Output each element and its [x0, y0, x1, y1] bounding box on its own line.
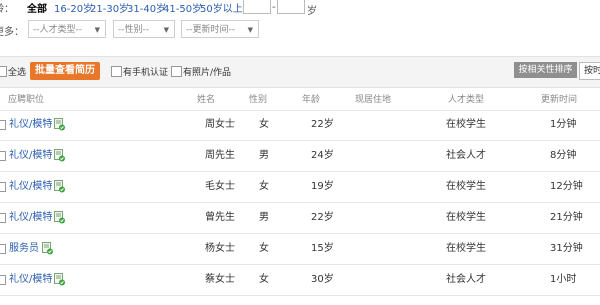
row-gender: 女	[259, 243, 269, 254]
chevron-down-icon: ▼	[247, 26, 253, 34]
row-job-link[interactable]: 礼仪/模特	[9, 118, 52, 132]
row-age: 22岁	[311, 212, 334, 223]
header-location: 现居住地	[355, 95, 392, 105]
header-job: 应聘职位	[8, 95, 45, 105]
row-name: 周先生	[205, 150, 235, 161]
table-row[interactable]: 礼仪/模特 周女士 女 22岁 在校学生 1分钟	[0, 118, 600, 149]
row-checkbox[interactable]	[0, 244, 6, 254]
row-checkbox[interactable]	[0, 182, 6, 192]
header-age: 年龄	[302, 95, 321, 105]
row-updated: 21分钟	[550, 212, 583, 223]
row-name: 杨女士	[205, 243, 235, 254]
phone-verified-checkbox[interactable]	[111, 66, 122, 77]
table-row[interactable]: 服务员 杨女士 女 15岁 在校学生 31分钟	[0, 242, 600, 273]
talent-type-select[interactable]: --人才类型-- ▼	[28, 20, 106, 38]
row-divider	[0, 233, 600, 234]
age-option-all[interactable]: 全部	[27, 0, 47, 15]
row-talent-type: 在校学生	[446, 243, 486, 254]
table-row[interactable]: 礼仪/模特 曾先生 男 22岁 在校学生 21分钟	[0, 211, 600, 242]
sort-by-relevance-button[interactable]: 按相关性排序	[514, 62, 577, 78]
row-talent-type: 社会人才	[446, 150, 486, 161]
age-max-input[interactable]	[277, 0, 305, 14]
row-talent-type: 社会人才	[446, 274, 486, 285]
gender-select[interactable]: --性别-- ▼	[113, 20, 175, 38]
table-row[interactable]: 礼仪/模特 毛女士 女 19岁 在校学生 12分钟	[0, 180, 600, 211]
age-min-input[interactable]	[243, 0, 271, 14]
row-name: 毛女士	[205, 181, 235, 192]
row-divider	[0, 140, 600, 141]
has-photo-label: 有照片/作品	[183, 68, 232, 78]
age-option-41-50[interactable]: 41-50岁	[163, 0, 202, 15]
row-age: 22岁	[311, 119, 334, 130]
row-job-link[interactable]: 礼仪/模特	[9, 273, 52, 287]
row-talent-type: 在校学生	[446, 181, 486, 192]
row-updated: 1分钟	[550, 119, 577, 130]
header-talent-type: 人才类型	[448, 95, 485, 105]
row-name: 曾先生	[205, 212, 235, 223]
row-divider	[0, 264, 600, 265]
age-option-16-20[interactable]: 16-20岁	[54, 0, 93, 15]
more-filter-label: 更多：	[0, 27, 24, 38]
resume-doc-icon[interactable]	[42, 242, 53, 255]
row-age: 15岁	[311, 243, 334, 254]
row-checkbox[interactable]	[0, 213, 6, 223]
resume-doc-icon[interactable]	[54, 180, 65, 193]
chevron-down-icon: ▼	[94, 26, 100, 34]
row-updated: 1小时	[550, 274, 577, 285]
row-talent-type: 在校学生	[446, 212, 486, 223]
select-all-label: 全选	[8, 68, 27, 78]
row-divider	[0, 295, 600, 296]
resume-doc-icon[interactable]	[54, 273, 65, 286]
row-checkbox[interactable]	[0, 151, 6, 161]
row-name: 周女士	[205, 119, 235, 130]
resume-doc-icon[interactable]	[54, 211, 65, 224]
row-talent-type: 在校学生	[446, 119, 486, 130]
row-divider	[0, 202, 600, 203]
batch-view-resume-button[interactable]: 批量查看简历	[30, 62, 100, 80]
select-all-checkbox[interactable]	[0, 66, 7, 77]
age-option-31-40[interactable]: 31-40岁	[127, 0, 166, 15]
table-row[interactable]: 礼仪/模特 蔡女士 女 30岁 社会人才 1小时	[0, 273, 600, 304]
row-job-link[interactable]: 礼仪/模特	[9, 149, 52, 163]
age-filter-label: 年龄：	[0, 4, 14, 15]
has-photo-checkbox[interactable]	[171, 66, 182, 77]
row-age: 30岁	[311, 274, 334, 285]
update-time-select[interactable]: --更新时间-- ▼	[181, 20, 259, 38]
row-job-link[interactable]: 服务员	[9, 242, 39, 256]
row-job-link[interactable]: 礼仪/模特	[9, 180, 52, 194]
row-age: 19岁	[311, 181, 334, 192]
gender-select-value: --性别--	[118, 25, 149, 35]
phone-verified-label: 有手机认证	[123, 68, 169, 78]
row-gender: 女	[259, 119, 269, 130]
row-gender: 男	[259, 212, 269, 223]
row-checkbox[interactable]	[0, 120, 6, 130]
resume-doc-icon[interactable]	[54, 118, 65, 131]
row-gender: 男	[259, 150, 269, 161]
resume-doc-icon[interactable]	[54, 149, 65, 162]
row-checkbox[interactable]	[0, 275, 6, 285]
row-gender: 女	[259, 181, 269, 192]
sort-by-time-button[interactable]: 按时	[579, 62, 600, 80]
age-range-unit: 岁	[307, 6, 317, 17]
row-job-link[interactable]: 礼仪/模特	[9, 211, 52, 225]
age-range-dash: -	[272, 2, 276, 13]
row-updated: 12分钟	[550, 181, 583, 192]
header-name: 姓名	[197, 95, 216, 105]
row-updated: 31分钟	[550, 243, 583, 254]
row-gender: 女	[259, 274, 269, 285]
age-option-21-30[interactable]: 21-30岁	[90, 0, 129, 15]
age-option-50-plus[interactable]: 50岁以上	[200, 0, 243, 15]
table-row[interactable]: 礼仪/模特 周先生 男 24岁 社会人才 8分钟	[0, 149, 600, 180]
divider	[0, 110, 600, 111]
row-updated: 8分钟	[550, 150, 577, 161]
header-gender: 性别	[249, 95, 268, 105]
header-updated: 更新时间	[541, 95, 578, 105]
row-name: 蔡女士	[205, 274, 235, 285]
row-divider	[0, 171, 600, 172]
update-time-select-value: --更新时间--	[186, 25, 235, 35]
chevron-down-icon: ▼	[163, 26, 169, 34]
talent-type-select-value: --人才类型--	[33, 25, 82, 35]
row-age: 24岁	[311, 150, 334, 161]
